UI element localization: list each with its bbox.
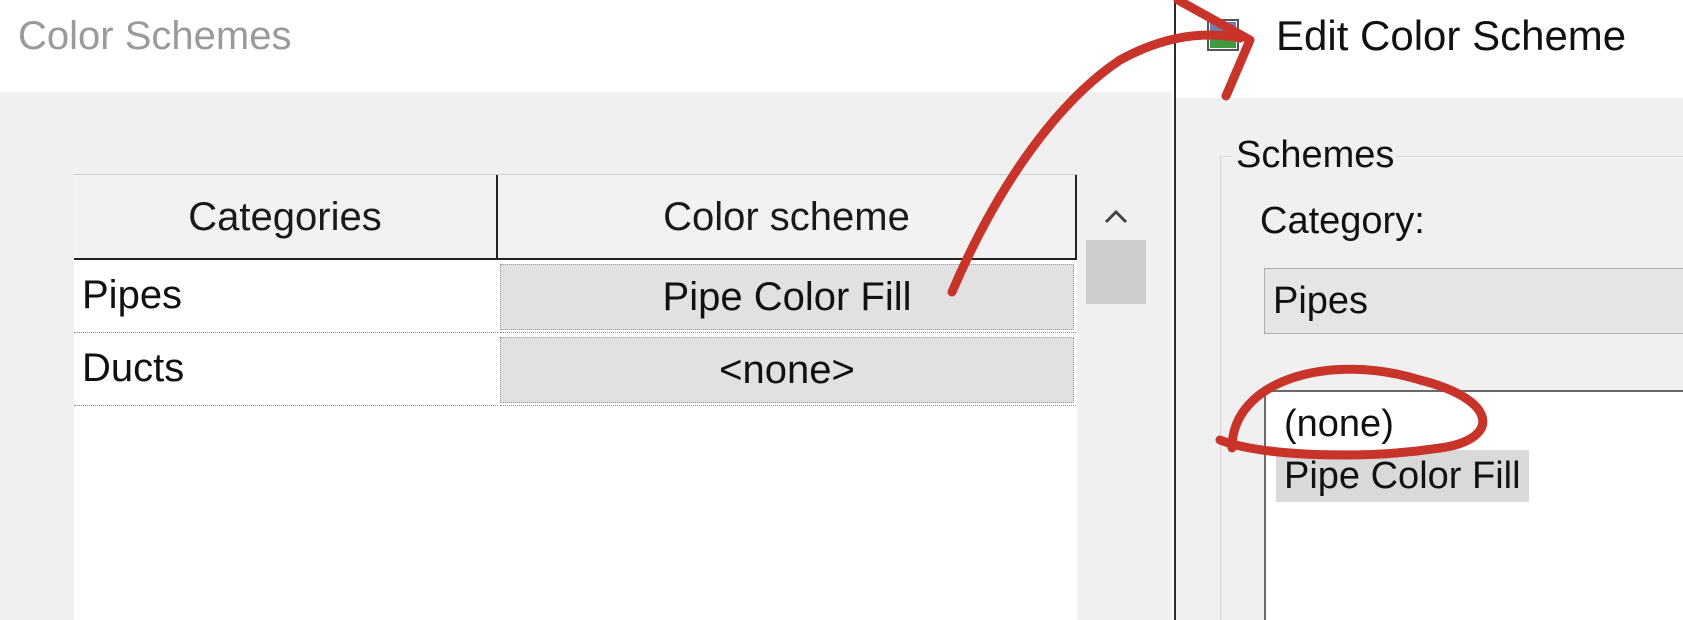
- row-category-ducts[interactable]: Ducts: [74, 333, 498, 406]
- schemes-group-label: Schemes: [1232, 134, 1399, 177]
- table-row: Pipes Pipe Color Fill: [74, 260, 1077, 333]
- table-row: Ducts <none>: [74, 333, 1077, 406]
- edit-color-scheme-title-bar: Edit Color Scheme: [1176, 0, 1683, 98]
- table-header: Categories Color scheme: [74, 174, 1077, 260]
- color-schemes-title-bar: Color Schemes: [0, 0, 1172, 92]
- chevron-up-icon[interactable]: [1086, 200, 1146, 234]
- scheme-list-item-none[interactable]: (none): [1276, 398, 1402, 450]
- scheme-list-item-pipe-color-fill[interactable]: Pipe Color Fill: [1276, 450, 1529, 502]
- table-scrollbar[interactable]: [1086, 200, 1146, 620]
- scrollbar-thumb[interactable]: [1086, 240, 1146, 304]
- header-right-border: [1075, 175, 1077, 259]
- screenshot-stage: Color Schemes Categories Color scheme Pi…: [0, 0, 1683, 620]
- row-divider: [500, 405, 1076, 406]
- category-label: Category:: [1260, 200, 1425, 242]
- color-schemes-table: Categories Color scheme Pipes Pipe Color…: [74, 174, 1077, 620]
- edit-color-scheme-dialog: Edit Color Scheme Schemes Category: Pipe…: [1174, 0, 1683, 620]
- row-scheme-ducts[interactable]: <none>: [500, 337, 1074, 403]
- edit-color-scheme-title: Edit Color Scheme: [1276, 12, 1627, 59]
- header-categories[interactable]: Categories: [74, 175, 498, 259]
- color-schemes-title: Color Schemes: [18, 14, 292, 58]
- scheme-list[interactable]: (none) Pipe Color Fill: [1264, 390, 1683, 620]
- edit-color-scheme-icon: [1206, 14, 1240, 54]
- row-category-pipes[interactable]: Pipes: [74, 260, 498, 333]
- category-dropdown[interactable]: Pipes: [1264, 268, 1683, 334]
- header-color-scheme[interactable]: Color scheme: [498, 175, 1075, 259]
- row-scheme-pipes[interactable]: Pipe Color Fill: [500, 264, 1074, 330]
